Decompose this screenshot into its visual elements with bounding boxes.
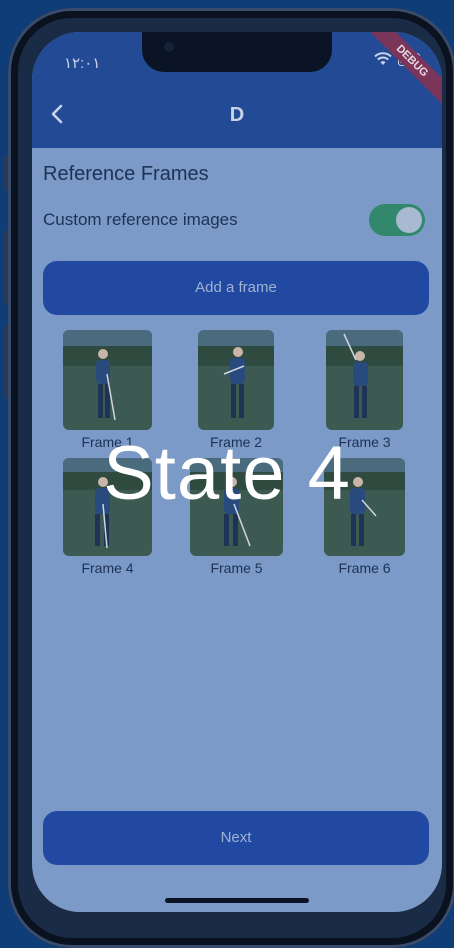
add-frame-button[interactable]: Add a frame [43, 261, 429, 315]
debug-banner: DEBUG [363, 32, 442, 110]
app-bar: ١٢:٠١ DEBUG D [32, 32, 442, 148]
frame-label-6: Frame 6 [338, 560, 391, 576]
home-indicator [165, 898, 309, 903]
golfer-thumbnail-2 [198, 330, 274, 430]
frame-label-5: Frame 5 [210, 560, 263, 576]
status-time: ١٢:٠١ [64, 55, 101, 72]
toggle-knob [396, 207, 422, 233]
custom-images-toggle[interactable] [369, 204, 425, 236]
next-button[interactable]: Next [43, 811, 429, 865]
wifi-icon [374, 52, 392, 65]
golfer-thumbnail-1 [63, 330, 152, 430]
state-overlay-label: State 4 [103, 431, 351, 516]
golfer-thumbnail-3 [326, 330, 403, 430]
camera-icon [164, 42, 174, 52]
page-title: D [229, 104, 245, 126]
frame-label-4: Frame 4 [81, 560, 134, 576]
section-title: Reference Frames [43, 163, 209, 185]
custom-images-label: Custom reference images [43, 210, 238, 229]
notch [142, 32, 332, 72]
